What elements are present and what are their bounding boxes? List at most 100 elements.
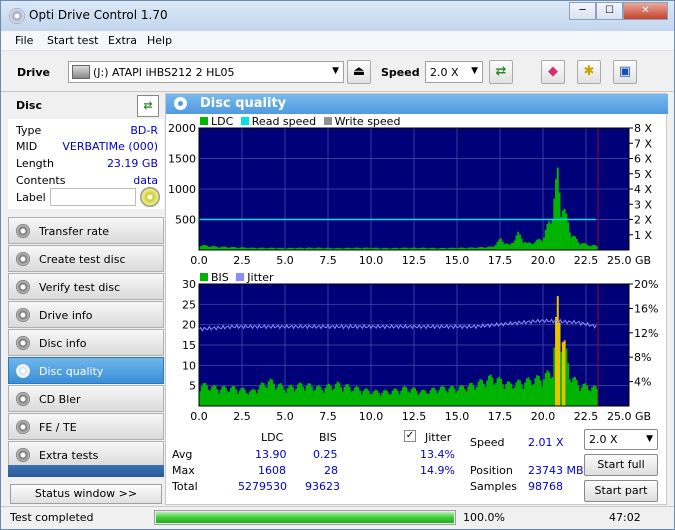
max-bis: 28	[324, 464, 338, 477]
nav-disc-info[interactable]: Disc info	[8, 329, 164, 356]
data-bar	[245, 393, 248, 406]
data-bar	[579, 391, 582, 406]
disc-label-input[interactable]	[50, 188, 136, 206]
data-bar	[401, 387, 404, 406]
data-bar	[389, 394, 392, 406]
speed-select[interactable]: 2.0 X ▼	[425, 61, 483, 83]
data-bar	[204, 382, 207, 406]
data-bar	[482, 383, 485, 406]
refresh-disc-button[interactable]: ⇄	[137, 95, 159, 117]
nav-extra-tests[interactable]: Extra tests	[8, 441, 164, 468]
y-right-tick-label: 1 X	[634, 229, 652, 242]
data-bar	[525, 378, 528, 406]
nav-transfer-rate[interactable]: Transfer rate	[8, 217, 164, 244]
data-bar	[472, 385, 475, 406]
data-bar	[415, 391, 418, 406]
x-tick-label: 25.0 GB	[607, 254, 651, 267]
disc-length-row: Length 23.19 GB	[16, 157, 158, 170]
data-bar	[372, 391, 375, 406]
nav-fe-te[interactable]: FE / TE	[8, 413, 164, 440]
nav-drive-info[interactable]: Drive info	[8, 301, 164, 328]
col-bis-header: BIS	[319, 431, 337, 444]
data-bar	[365, 388, 368, 406]
data-bar	[434, 389, 437, 406]
data-bar	[532, 243, 535, 250]
data-bar	[582, 383, 585, 406]
data-bar	[315, 386, 318, 406]
speed-select-value: 2.0 X	[430, 66, 459, 79]
jitter-checkbox[interactable]: ✓	[404, 430, 416, 442]
y-right-tick-label: 3 X	[634, 198, 652, 211]
data-bar	[214, 385, 217, 406]
data-bar	[505, 384, 508, 406]
data-bar	[408, 392, 411, 406]
menu-bar: File Start test Extra Help	[1, 31, 674, 51]
data-bar	[331, 390, 334, 406]
menu-extra[interactable]: Extra	[108, 34, 137, 47]
status-window-button[interactable]: Status window >>	[10, 484, 162, 504]
data-bar	[534, 241, 537, 250]
data-bar	[369, 394, 372, 406]
menu-start-test[interactable]: Start test	[47, 34, 99, 47]
data-bar	[555, 316, 558, 406]
data-bar	[570, 382, 573, 406]
data-bar	[580, 387, 583, 406]
write-label-button[interactable]	[140, 187, 160, 207]
avg-bis: 0.25	[313, 448, 338, 461]
start-full-button[interactable]: Start full	[584, 454, 658, 476]
data-bar	[333, 388, 336, 406]
x-tick-label: 12.5	[402, 254, 427, 267]
data-bar	[527, 377, 530, 406]
nav-disc-quality[interactable]: Disc quality	[8, 357, 164, 384]
data-bar	[209, 390, 212, 406]
test-speed-select[interactable]: 2.0 X ▼	[584, 429, 658, 450]
data-bar	[386, 391, 389, 406]
data-bar	[592, 244, 595, 250]
erase-button[interactable]: ◆	[541, 60, 565, 84]
data-bar	[223, 246, 226, 250]
data-bar	[216, 389, 219, 406]
data-bar	[431, 387, 434, 406]
data-bar	[202, 383, 205, 406]
maximize-button[interactable]: ☐	[596, 2, 623, 20]
menu-help[interactable]: Help	[147, 34, 172, 47]
data-bar	[524, 242, 527, 250]
nav-verify-test-disc[interactable]: Verify test disc	[8, 273, 164, 300]
save-button[interactable]: ▣	[613, 60, 637, 84]
close-button[interactable]: ✕	[623, 2, 668, 20]
drive-select[interactable]: (J:) ATAPI iHBS212 2 HL05 ▼	[68, 61, 344, 83]
data-bar	[358, 390, 361, 406]
data-bar	[555, 179, 558, 250]
data-bar	[487, 375, 490, 406]
disc-icon	[16, 308, 30, 322]
test-speed-value: 2.0 X	[589, 433, 618, 446]
x-tick-label: 2.5	[233, 254, 251, 267]
minimize-button[interactable]: ─	[569, 2, 596, 20]
data-bar	[233, 386, 236, 406]
nav-create-test-disc[interactable]: Create test disc	[8, 245, 164, 272]
data-bar	[395, 388, 398, 406]
data-bar	[219, 389, 222, 406]
start-part-button[interactable]: Start part	[584, 480, 658, 502]
refresh-speed-button[interactable]: ⇄	[489, 60, 513, 84]
data-bar	[496, 241, 499, 250]
data-bar	[426, 393, 429, 406]
data-bar	[465, 391, 468, 406]
data-bar	[228, 391, 231, 406]
data-bar	[498, 376, 501, 406]
eject-button[interactable]: ⏏	[347, 60, 371, 84]
data-bar	[343, 387, 346, 406]
nav-cd-bler[interactable]: CD Bler	[8, 385, 164, 412]
y-tick-label: 1000	[168, 183, 196, 196]
data-bar	[238, 390, 241, 406]
data-bar	[367, 390, 370, 406]
data-bar	[567, 222, 570, 250]
y-right-tick-label: 4 X	[634, 183, 652, 196]
menu-file[interactable]: File	[15, 34, 33, 47]
data-bar	[541, 386, 544, 406]
settings-button[interactable]: ✱	[577, 60, 601, 84]
y-tick-label: 10	[182, 359, 196, 372]
avg-jitter: 13.4%	[420, 448, 455, 461]
data-bar	[414, 388, 417, 406]
data-bar	[541, 241, 544, 250]
